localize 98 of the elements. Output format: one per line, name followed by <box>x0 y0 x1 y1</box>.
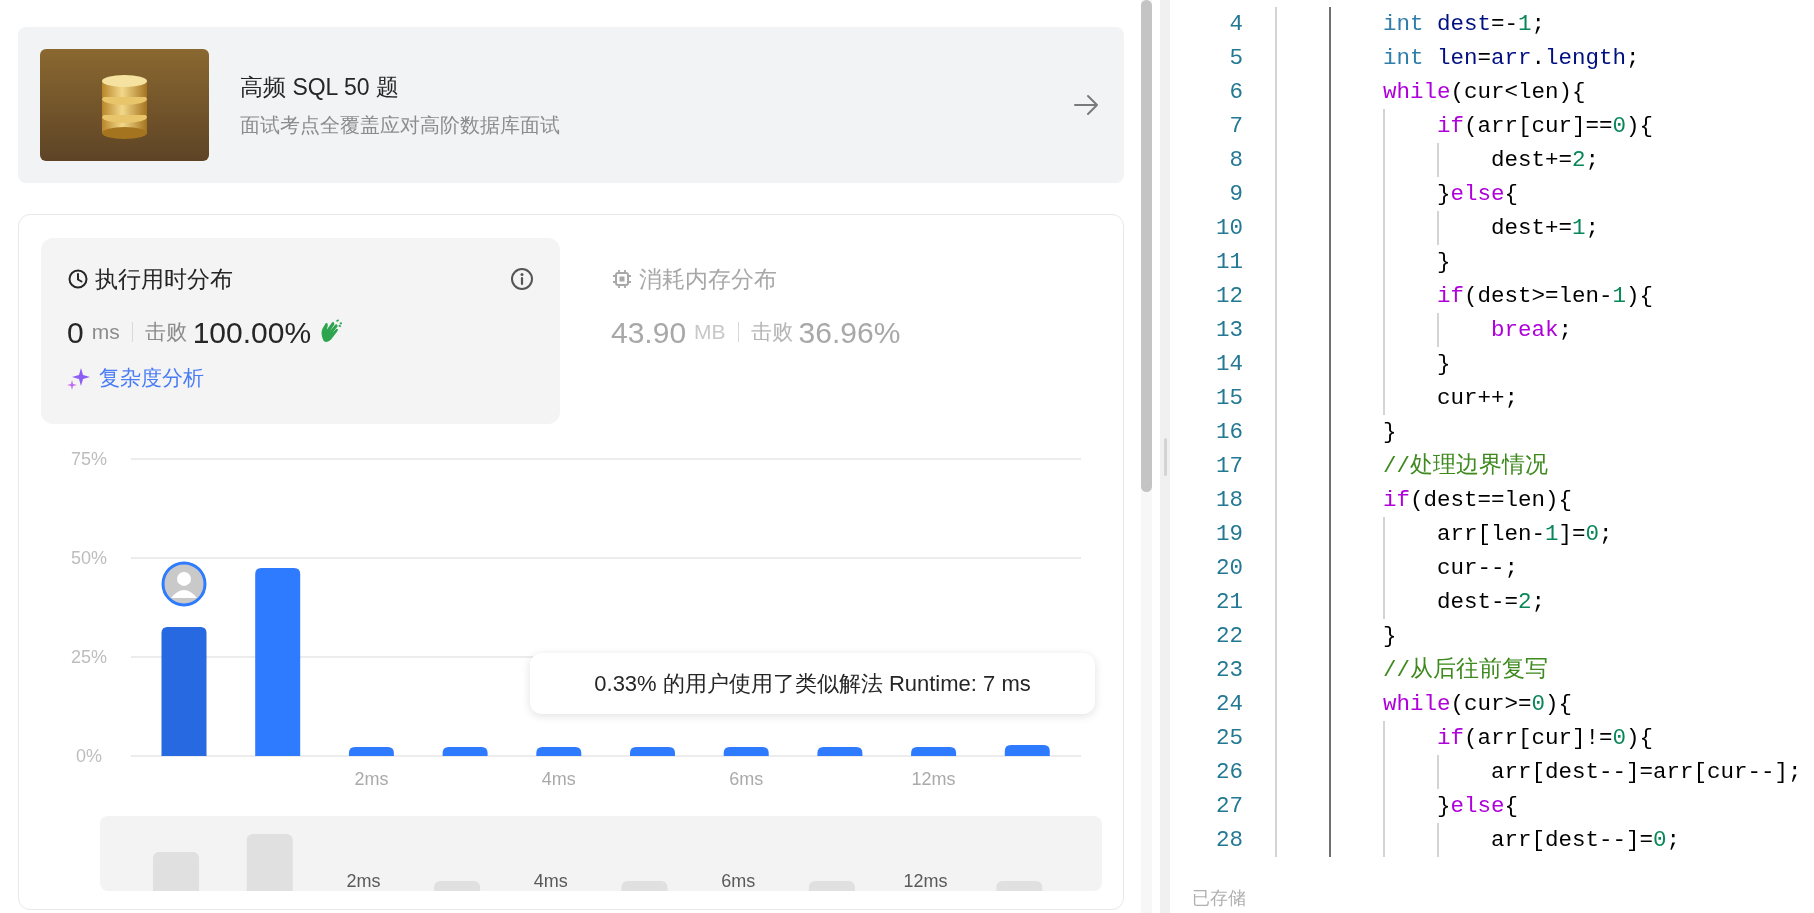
line-number: 21 <box>1215 588 1243 617</box>
course-subtitle: 面试考点全覆盖应对高阶数据库面试 <box>240 113 560 138</box>
line-number: 23 <box>1215 656 1243 685</box>
axis-label: 2ms <box>346 871 381 891</box>
overview-bar <box>996 881 1043 891</box>
stat-value: 43.90 <box>611 314 687 351</box>
code-line: int dest=-1; <box>1382 11 1546 37</box>
beat-percent: 100.00% <box>192 314 312 351</box>
line-number: 8 <box>1228 146 1243 175</box>
axis-label: 75% <box>71 449 107 469</box>
line-number: 18 <box>1215 486 1243 515</box>
line-number: 17 <box>1215 452 1243 481</box>
bar <box>348 746 394 756</box>
axis-label: 4ms <box>541 769 576 789</box>
code-line: } <box>1382 623 1397 649</box>
code-line: dest-=2; <box>1436 589 1546 615</box>
code-line: } <box>1436 351 1451 377</box>
line-number: 14 <box>1215 350 1243 379</box>
line-number: 6 <box>1228 78 1243 107</box>
code-line: dest+=2; <box>1490 147 1600 173</box>
code-line: break; <box>1490 317 1573 343</box>
overview-panel[interactable]: 2ms 4ms 6ms 12ms <box>100 816 1102 891</box>
avatar-icon <box>161 561 207 607</box>
course-card[interactable]: 高频 SQL 50 题 面试考点全覆盖应对高阶数据库面试 <box>18 27 1124 183</box>
code-line: dest+=1; <box>1490 215 1600 241</box>
line-number: 26 <box>1215 758 1243 787</box>
beat-percent: 36.96% <box>798 314 901 351</box>
axis-label: 6ms <box>721 871 756 891</box>
line-number: 13 <box>1215 316 1243 345</box>
line-number: 25 <box>1215 724 1243 753</box>
code-line: arr[dest--]=arr[cur--]; <box>1490 759 1802 785</box>
line-number: 15 <box>1215 384 1243 413</box>
stat-title: 消耗内存分布 <box>639 264 777 294</box>
code-line: if(dest>=len-1){ <box>1436 283 1654 309</box>
overview-bar <box>153 851 199 891</box>
line-number: 16 <box>1215 418 1243 447</box>
code-line: //从后往前复写 <box>1382 657 1549 683</box>
line-number: 7 <box>1228 112 1243 141</box>
line-number: 27 <box>1215 792 1243 821</box>
bar <box>1004 744 1050 756</box>
axis-label: 0% <box>76 746 102 766</box>
code-line: int len=arr.length; <box>1382 45 1640 71</box>
tooltip: 0.33% 的用户使用了类似解法 Runtime: 7 ms <box>530 653 1095 714</box>
course-title: 高频 SQL 50 题 <box>240 73 400 102</box>
bar <box>911 746 957 756</box>
clock-icon <box>67 268 89 290</box>
code-line: } <box>1382 419 1397 445</box>
line-number: 4 <box>1228 10 1243 39</box>
line-number: 24 <box>1215 690 1243 719</box>
beat-label: 击败 <box>144 319 187 346</box>
code-line: }else{ <box>1436 181 1519 207</box>
info-icon <box>510 267 534 291</box>
stat-panel[interactable]: 执行用时分布 0 ms 击败 100.00% 复杂度分析 <box>41 238 560 424</box>
code-line: cur--; <box>1436 555 1519 581</box>
line-number: 12 <box>1215 282 1243 311</box>
line-number: 19 <box>1215 520 1243 549</box>
code-line: if(dest==len){ <box>1382 487 1573 513</box>
code-line: cur++; <box>1436 385 1519 411</box>
line-number: 22 <box>1215 622 1243 651</box>
overview-bar <box>246 834 293 891</box>
code-line: if(arr[cur]!=0){ <box>1436 725 1654 751</box>
axis-label: 12ms <box>903 871 948 891</box>
overview-bar <box>621 881 668 891</box>
line-number: 11 <box>1215 248 1243 277</box>
axis-label: 2ms <box>354 769 389 789</box>
bar <box>817 746 863 756</box>
beat-label: 击败 <box>750 319 793 346</box>
axis-label: 6ms <box>729 769 764 789</box>
chip-icon <box>611 268 633 290</box>
bar <box>536 746 582 756</box>
stat-title: 执行用时分布 <box>95 264 233 294</box>
scrollbar-thumb[interactable] <box>1141 0 1152 492</box>
save-status: 已存储 <box>1192 887 1246 910</box>
line-number: 9 <box>1228 180 1243 209</box>
code-line: arr[len-1]=0; <box>1436 521 1613 547</box>
line-number: 10 <box>1215 214 1243 243</box>
code-line: }else{ <box>1436 793 1519 819</box>
axis-label: 25% <box>71 647 107 667</box>
complexity-link[interactable]: 复杂度分析 <box>99 362 204 394</box>
line-number: 5 <box>1228 44 1243 73</box>
code-line: arr[dest--]=0; <box>1490 827 1681 853</box>
bar <box>723 746 769 756</box>
stat-unit: ms <box>91 319 120 346</box>
axis-label: 12ms <box>911 769 956 789</box>
overview-bar <box>434 881 481 891</box>
code-line: if(arr[cur]==0){ <box>1436 113 1654 139</box>
line-number: 28 <box>1215 826 1243 855</box>
overview-bar <box>808 881 855 891</box>
axis-label: 50% <box>71 548 107 568</box>
code-line: while(cur<len){ <box>1382 79 1586 105</box>
code-line: //处理边界情况 <box>1382 453 1549 479</box>
axis-label: 4ms <box>533 871 568 891</box>
code-line: } <box>1436 249 1451 275</box>
bar <box>442 746 488 756</box>
line-number: 20 <box>1215 554 1243 583</box>
stat-value: 0 <box>67 314 84 351</box>
bar <box>630 746 675 756</box>
code-line: while(cur>=0){ <box>1382 691 1573 717</box>
